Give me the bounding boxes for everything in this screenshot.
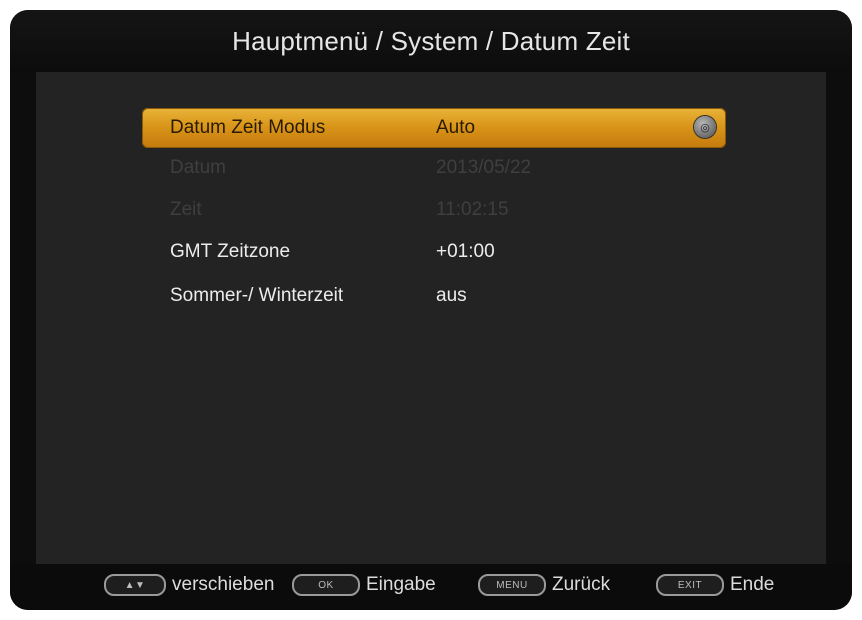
menu-item-label: Datum Zeit Modus — [170, 117, 326, 138]
hint-ok[interactable]: OK Eingabe — [292, 574, 436, 596]
menu-item-label: GMT Zeitzone — [170, 241, 291, 262]
hint-exit[interactable]: EXIT Ende — [656, 574, 774, 596]
page-title: Hauptmenü / System / Datum Zeit — [232, 25, 630, 56]
menu-item-value: +01:00 — [436, 241, 495, 262]
tv-screen: Hauptmenü / System / Datum Zeit Datum Ze… — [10, 10, 852, 610]
menu-item-gmt-zeitzone[interactable]: GMT Zeitzone +01:00 — [142, 232, 726, 272]
hint-menu-label: Zurück — [552, 574, 611, 595]
hint-move[interactable]: ▲▼ verschieben — [104, 574, 274, 596]
menu-item-value: aus — [436, 285, 467, 306]
hint-menu[interactable]: MENU Zurück — [478, 574, 610, 596]
ok-select-icon[interactable]: ◎ — [694, 116, 716, 138]
menu-item-datum-zeit-modus[interactable]: Datum Zeit Modus Auto ◎ — [142, 108, 726, 148]
arrow-keys-icon: ▲▼ — [104, 574, 166, 596]
hint-ok-label: Eingabe — [366, 574, 436, 595]
hint-move-label: verschieben — [172, 574, 275, 595]
menu-key-icon: MENU — [478, 574, 546, 596]
title-bar: Hauptmenü / System / Datum Zeit — [10, 10, 852, 72]
menu-item-label: Sommer-/ Winterzeit — [170, 285, 344, 306]
menu-item-value: 11:02:15 — [436, 199, 509, 220]
menu-item-zeit: Zeit 11:02:15 — [142, 190, 726, 230]
ok-key-icon: OK — [292, 574, 360, 596]
menu-item-value: 2013/05/22 — [436, 157, 532, 178]
menu-item-label: Datum — [170, 157, 226, 178]
hint-exit-label: Ende — [730, 574, 775, 595]
footer-hint-bar: ▲▼ verschieben OK Eingabe MENU Zurück EX… — [10, 564, 852, 610]
menu-item-datum: Datum 2013/05/22 — [142, 148, 726, 188]
menu-item-label: Zeit — [170, 199, 202, 220]
menu-item-value: Auto — [436, 117, 476, 138]
menu-item-sommer-winterzeit[interactable]: Sommer-/ Winterzeit aus — [142, 276, 726, 316]
exit-key-icon: EXIT — [656, 574, 724, 596]
